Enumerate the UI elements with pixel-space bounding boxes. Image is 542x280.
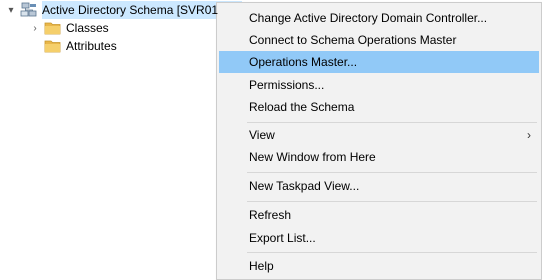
tree-node-schema-root[interactable]: ▾ Active Directory Schema [SVR01 bbox=[4, 0, 242, 20]
menu-item-label: View bbox=[249, 128, 275, 142]
menu-item-label: New Taskpad View... bbox=[249, 179, 360, 193]
menu-item-label: Permissions... bbox=[249, 78, 325, 92]
tree-node-label: Classes bbox=[66, 21, 109, 35]
menu-item-label: Change Active Directory Domain Controlle… bbox=[249, 11, 488, 25]
menu-item-view[interactable]: View › bbox=[219, 124, 539, 146]
menu-item-connect-schema-master[interactable]: Connect to Schema Operations Master bbox=[219, 29, 539, 51]
menu-separator bbox=[247, 122, 537, 123]
menu-item-help[interactable]: Help bbox=[219, 255, 539, 277]
folder-icon bbox=[44, 38, 62, 54]
menu-item-label: New Window from Here bbox=[249, 150, 376, 164]
tree-node-attributes[interactable]: Attributes bbox=[28, 36, 117, 56]
menu-item-export-list[interactable]: Export List... bbox=[219, 227, 539, 249]
menu-item-label: Refresh bbox=[249, 208, 292, 222]
menu-item-label: Connect to Schema Operations Master bbox=[249, 33, 457, 47]
menu-item-refresh[interactable]: Refresh bbox=[219, 204, 539, 226]
chevron-down-icon[interactable]: ▾ bbox=[4, 3, 18, 17]
menu-item-permissions[interactable]: Permissions... bbox=[219, 74, 539, 96]
menu-item-label: Help bbox=[249, 259, 274, 273]
schema-snapin-icon bbox=[20, 2, 38, 18]
menu-item-label: Reload the Schema bbox=[249, 100, 355, 114]
menu-separator bbox=[247, 201, 537, 202]
menu-item-reload-schema[interactable]: Reload the Schema bbox=[219, 96, 539, 118]
menu-item-new-taskpad-view[interactable]: New Taskpad View... bbox=[219, 175, 539, 197]
menu-item-change-domain-controller[interactable]: Change Active Directory Domain Controlle… bbox=[219, 7, 539, 29]
folder-icon bbox=[44, 20, 62, 36]
tree-node-label: Active Directory Schema [SVR01 bbox=[42, 3, 219, 17]
tree-node-classes[interactable]: › Classes bbox=[28, 18, 109, 38]
chevron-right-icon[interactable]: › bbox=[28, 21, 42, 35]
context-menu: Change Active Directory Domain Controlle… bbox=[216, 2, 542, 280]
menu-item-new-window[interactable]: New Window from Here bbox=[219, 146, 539, 168]
menu-separator bbox=[247, 172, 537, 173]
tree-node-label: Attributes bbox=[66, 39, 117, 53]
menu-item-label: Export List... bbox=[249, 231, 316, 245]
menu-item-label: Operations Master... bbox=[249, 55, 358, 69]
menu-item-operations-master[interactable]: Operations Master... bbox=[219, 51, 539, 73]
submenu-arrow-icon: › bbox=[527, 128, 531, 142]
menu-separator bbox=[247, 252, 537, 253]
